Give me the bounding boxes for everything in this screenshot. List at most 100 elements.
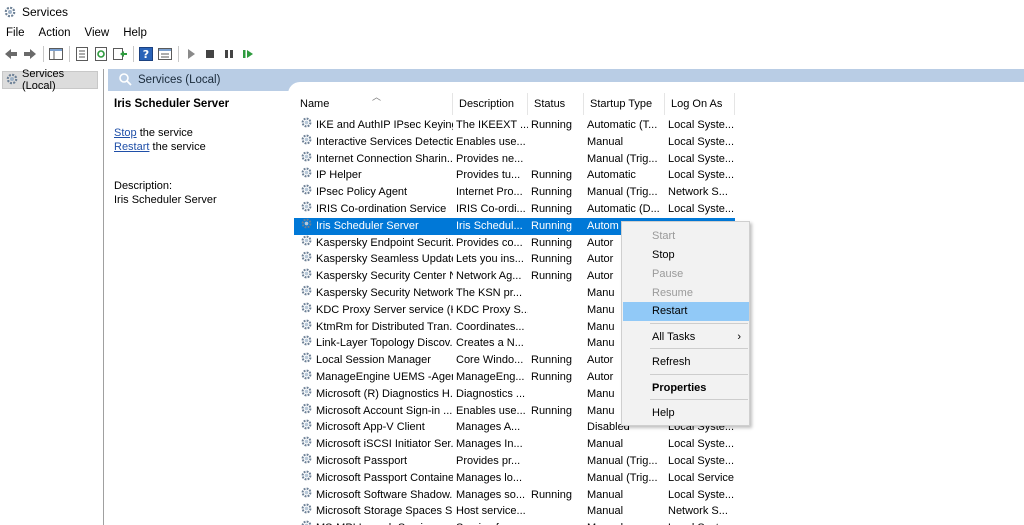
service-startup-type-cell: Manual (Trig... — [587, 152, 658, 165]
service-name: Microsoft Passport Container — [316, 471, 453, 484]
menu-view[interactable]: View — [78, 24, 117, 42]
restart-service-link[interactable]: Restart — [114, 141, 149, 153]
service-log-on-as-cell: Local Service — [668, 471, 735, 484]
service-row[interactable]: Microsoft Passport Provides pr... Manual (… — [294, 453, 735, 470]
service-name: Microsoft Software Shadow... — [316, 488, 453, 501]
service-gear-icon — [300, 403, 313, 420]
context-menu-item-stop[interactable]: Stop — [623, 246, 749, 265]
column-header-description[interactable]: Description — [453, 93, 528, 115]
service-description-cell: Core Windo... — [456, 354, 524, 367]
service-gear-icon — [300, 386, 313, 403]
search-gear-icon — [118, 72, 132, 89]
context-menu-separator — [650, 374, 748, 375]
service-description-cell: Enables use... — [456, 135, 526, 148]
refresh-icon[interactable] — [92, 45, 110, 63]
service-row[interactable]: Microsoft iSCSI Initiator Ser... Manages … — [294, 436, 735, 453]
properties-icon[interactable] — [73, 45, 91, 63]
service-startup-type-cell: Manual — [587, 135, 624, 148]
service-row[interactable]: IKE and AuthIP IPsec Keying... The IKEEXT… — [294, 117, 735, 134]
start-service-icon[interactable] — [182, 45, 200, 63]
view-icon[interactable] — [156, 45, 174, 63]
column-header-name[interactable]: ︿ Name — [294, 92, 453, 115]
service-name-cell: KDC Proxy Server service (K... — [294, 302, 453, 319]
service-log-on-as-cell: Network S... — [668, 505, 728, 518]
help-icon[interactable]: ? — [137, 45, 155, 63]
service-gear-icon — [300, 335, 313, 352]
service-gear-icon — [300, 117, 313, 134]
service-row[interactable]: Interactive Services Detection Enables us… — [294, 134, 735, 151]
service-description-cell: Provides pr... — [456, 454, 521, 467]
service-gear-icon — [300, 503, 313, 520]
stop-service-link[interactable]: Stop — [114, 127, 137, 139]
service-gear-icon — [300, 251, 313, 268]
service-description-cell: Enables use... — [456, 404, 526, 417]
service-row[interactable]: IRIS Co-ordination Service IRIS Co-ordi..… — [294, 201, 735, 218]
service-row[interactable]: IPsec Policy Agent Internet Pro... Running… — [294, 184, 735, 201]
service-description-cell: KDC Proxy S... — [456, 303, 528, 316]
svg-text:?: ? — [143, 48, 149, 61]
console-tree-icon[interactable] — [47, 45, 65, 63]
context-menu-item-help[interactable]: Help — [623, 404, 749, 423]
service-name: Microsoft Passport — [316, 454, 408, 467]
service-name-cell: Microsoft (R) Diagnostics H... — [294, 386, 453, 403]
context-menu-item-all-tasks[interactable]: All Tasks › — [623, 328, 749, 347]
service-row[interactable]: Microsoft Storage Spaces S... Host servic… — [294, 503, 735, 520]
service-gear-icon — [300, 151, 313, 168]
context-menu-label: All Tasks — [652, 331, 696, 343]
context-menu-item-restart[interactable]: Restart — [623, 302, 749, 321]
restart-link-suffix: the service — [149, 141, 206, 153]
service-startup-type-cell: Manual — [587, 488, 624, 501]
service-gear-icon — [300, 352, 313, 369]
context-menu-item-resume[interactable]: Resume — [623, 284, 749, 303]
service-description-cell: Internet Pro... — [456, 186, 523, 199]
back-arrow-icon[interactable] — [2, 45, 20, 63]
service-description-cell: The IKEEXT ... — [456, 119, 528, 131]
service-row[interactable]: Internet Connection Sharin... Provides ne… — [294, 151, 735, 168]
service-description-cell: Provides tu... — [456, 169, 521, 182]
service-gear-icon — [300, 218, 313, 235]
stop-service-icon[interactable] — [201, 45, 219, 63]
stop-link-suffix: the service — [136, 127, 193, 139]
service-row[interactable]: Microsoft Software Shadow... Manages so..… — [294, 487, 735, 504]
context-menu-item-refresh[interactable]: Refresh — [623, 353, 749, 372]
menu-action[interactable]: Action — [32, 24, 78, 42]
menu-help[interactable]: Help — [116, 24, 154, 42]
service-description-cell: Manages In... — [456, 438, 523, 451]
service-gear-icon — [300, 302, 313, 319]
service-startup-type-cell: Manual (Trig... — [587, 454, 658, 467]
service-name-cell: IP Helper — [294, 167, 453, 184]
service-gear-icon — [300, 436, 313, 453]
service-status-cell: Running — [531, 169, 572, 182]
service-name-cell: MS-MPI Launch Service — [294, 520, 453, 525]
tree-item-label: Services (Local) — [22, 68, 65, 92]
column-header-status[interactable]: Status — [528, 93, 584, 115]
export-list-icon[interactable] — [111, 45, 129, 63]
service-description-cell: Manages lo... — [456, 471, 523, 484]
service-description-cell: Manages so... — [456, 488, 526, 501]
tree-item-services-local[interactable]: Services (Local) — [2, 68, 98, 92]
service-name: Link-Layer Topology Discov... — [316, 337, 453, 350]
service-name: Microsoft (R) Diagnostics H... — [316, 387, 453, 400]
restart-service-icon[interactable] — [239, 45, 257, 63]
forward-arrow-icon[interactable] — [21, 45, 39, 63]
context-menu-item-properties[interactable]: Properties — [623, 379, 749, 398]
context-menu-item-pause[interactable]: Pause — [623, 265, 749, 284]
service-name-cell: IKE and AuthIP IPsec Keying... — [294, 117, 453, 134]
service-log-on-as-cell: Local Syste... — [668, 454, 735, 467]
column-header-log-on-as[interactable]: Log On As — [665, 93, 735, 115]
context-menu-item-start[interactable]: Start — [623, 227, 749, 246]
service-name-cell: Link-Layer Topology Discov... — [294, 335, 453, 352]
pause-service-icon[interactable] — [220, 45, 238, 63]
column-header-startup-type[interactable]: Startup Type — [584, 93, 665, 115]
service-log-on-as-cell: Local Syste... — [665, 520, 735, 525]
service-status-cell — [528, 436, 584, 453]
selected-service-name: Iris Scheduler Server — [114, 98, 230, 110]
context-menu-label: Pause — [652, 268, 684, 280]
service-status-cell — [528, 302, 584, 319]
service-row[interactable]: IP Helper Provides tu... Running Automatic L… — [294, 167, 735, 184]
service-status-cell — [528, 419, 584, 436]
service-row[interactable]: Microsoft Passport Container Manages lo..… — [294, 470, 735, 487]
service-row[interactable]: MS-MPI Launch Service Service for... Manua… — [294, 520, 735, 525]
menu-file[interactable]: File — [0, 24, 32, 42]
service-name-cell: Microsoft Software Shadow... — [294, 487, 453, 504]
